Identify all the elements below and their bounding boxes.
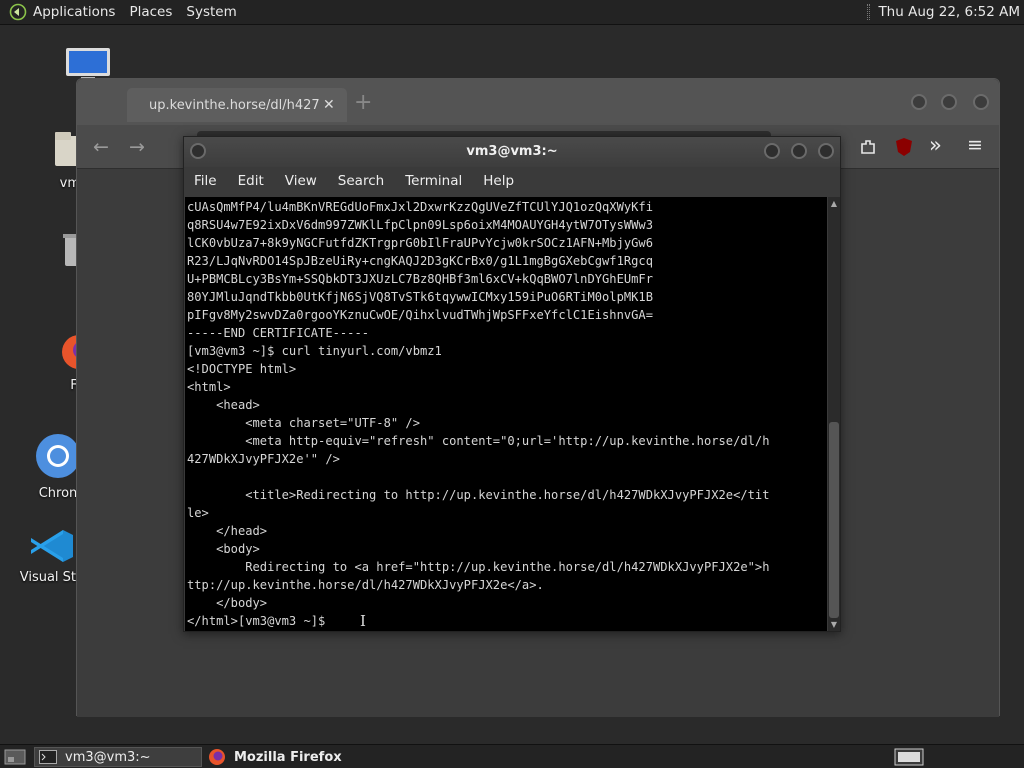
panel-separator — [867, 4, 871, 20]
terminal-line: <meta http-equiv="refresh" content="0;ur… — [187, 434, 770, 448]
clock[interactable]: Thu Aug 22, 6:52 AM — [878, 4, 1020, 20]
terminal-line: 427WDkXJvyPFJX2e'" /> — [187, 452, 340, 466]
scrollbar-thumb[interactable] — [829, 422, 839, 618]
terminal-text: cUAsQmMfP4/lu4mBKnVREGdUoFmxJxl2DxwrKzzQ… — [187, 198, 827, 630]
menu-edit[interactable]: Edit — [238, 173, 264, 189]
terminal-line: </html>[vm3@vm3 ~]$ — [187, 614, 333, 628]
show-desktop-icon[interactable] — [4, 748, 26, 766]
terminal-maximize-button[interactable] — [791, 143, 807, 159]
workspace-switcher-icon[interactable] — [894, 748, 924, 766]
terminal-window: vm3@vm3:~ File Edit View Search Terminal… — [183, 136, 841, 632]
maximize-button[interactable] — [941, 94, 957, 110]
menu-terminal[interactable]: Terminal — [405, 173, 462, 189]
ublock-icon[interactable] — [895, 137, 913, 157]
terminal-scrollbar[interactable]: ▲ ▼ — [828, 197, 840, 631]
terminal-line: U+PBMCBLcy3BsYm+SSQbkDT3JXUzLC7Bz8QHBf3m… — [187, 272, 653, 286]
top-right-area: Thu Aug 22, 6:52 AM — [867, 4, 1020, 20]
extensions-icon[interactable] — [859, 138, 877, 156]
terminal-line: <!DOCTYPE html> — [187, 362, 297, 376]
terminal-line: q8RSU4w7E92ixDxV6dm997ZWKlLfpClpn09Lsp6o… — [187, 218, 653, 232]
terminal-titlebar[interactable]: vm3@vm3:~ — [184, 137, 840, 167]
tab-title: up.kevinthe.horse/dl/h427W — [149, 97, 319, 113]
menu-file[interactable]: File — [194, 173, 217, 189]
menu-help[interactable]: Help — [483, 173, 514, 189]
terminal-line: le> — [187, 506, 209, 520]
menu-view[interactable]: View — [285, 173, 317, 189]
scroll-up-icon[interactable]: ▲ — [828, 199, 840, 208]
terminal-line: lCK0vbUza7+8k9yNGCFutfdZKTrgprG0bIlFraUP… — [187, 236, 653, 250]
terminal-line: <title>Redirecting to http://up.kevinthe… — [187, 488, 770, 502]
terminal-line: </body> — [187, 596, 268, 610]
places-menu[interactable]: Places — [129, 4, 172, 20]
terminal-line: 80YJMluJqndTkbb0UtKfjN6SjVQ8TvSTk6tqywwI… — [187, 290, 653, 304]
menu-search[interactable]: Search — [338, 173, 384, 189]
close-button[interactable] — [973, 94, 989, 110]
terminal-line: <head> — [187, 398, 260, 412]
terminal-menubar: File Edit View Search Terminal Help — [184, 167, 840, 195]
terminal-line: <meta charset="UTF-8" /> — [187, 416, 420, 430]
distro-logo-icon[interactable] — [9, 3, 27, 21]
top-panel: Applications Places System Thu Aug 22, 6… — [0, 0, 1024, 25]
terminal-menu-button[interactable] — [190, 143, 206, 159]
back-arrow-icon[interactable]: ← — [93, 136, 109, 158]
firefox-tab[interactable]: up.kevinthe.horse/dl/h427W ✕ — [127, 88, 347, 122]
system-menu[interactable]: System — [186, 4, 236, 20]
terminal-icon — [39, 750, 57, 764]
firefox-icon — [209, 749, 225, 765]
top-menu: Applications Places System — [33, 4, 251, 20]
terminal-line: ttp://up.kevinthe.horse/dl/h427WDkXJvyPF… — [187, 578, 544, 592]
terminal-minimize-button[interactable] — [764, 143, 780, 159]
taskbar-label: vm3@vm3:~ — [65, 749, 151, 765]
terminal-line: -----END CERTIFICATE----- — [187, 326, 370, 340]
terminal-line: </head> — [187, 524, 268, 538]
terminal-line: R23/LJqNvRDO14SpJBzeUiRy+cngKAQJ2D3gKCrB… — [187, 254, 653, 268]
firefox-tab-bar: up.kevinthe.horse/dl/h427W ✕ + — [77, 79, 999, 125]
bottom-panel: vm3@vm3:~ Mozilla Firefox — [0, 744, 1024, 768]
minimize-button[interactable] — [911, 94, 927, 110]
terminal-output[interactable]: cUAsQmMfP4/lu4mBKnVREGdUoFmxJxl2DxwrKzzQ… — [185, 197, 827, 631]
terminal-line: Redirecting to <a href="http://up.kevint… — [187, 560, 770, 574]
terminal-line: <html> — [187, 380, 231, 394]
overflow-icon[interactable]: » — [929, 133, 942, 157]
taskbar-item-firefox[interactable]: Mozilla Firefox — [204, 747, 384, 767]
scroll-down-icon[interactable]: ▼ — [828, 620, 840, 629]
terminal-line: [vm3@vm3 ~]$ curl tinyurl.com/vbmz1 — [187, 344, 442, 358]
new-tab-icon[interactable]: + — [354, 90, 372, 115]
text-cursor-icon: I — [360, 612, 366, 630]
forward-arrow-icon[interactable]: → — [129, 136, 145, 158]
applications-menu[interactable]: Applications — [33, 4, 115, 20]
vscode-icon — [31, 530, 73, 562]
taskbar-item-terminal[interactable]: vm3@vm3:~ — [34, 747, 202, 767]
terminal-title: vm3@vm3:~ — [466, 144, 558, 159]
terminal-line: cUAsQmMfP4/lu4mBKnVREGdUoFmxJxl2DxwrKzzQ… — [187, 200, 653, 214]
terminal-line: <body> — [187, 542, 260, 556]
tab-close-icon[interactable]: ✕ — [323, 97, 335, 113]
taskbar-label: Mozilla Firefox — [234, 749, 342, 765]
terminal-close-button[interactable] — [818, 143, 834, 159]
hamburger-menu-icon[interactable]: ≡ — [967, 134, 983, 156]
terminal-line: pIFgv8My2swvDZa0rgooYKznuCwOE/QihxlvudTW… — [187, 308, 653, 322]
